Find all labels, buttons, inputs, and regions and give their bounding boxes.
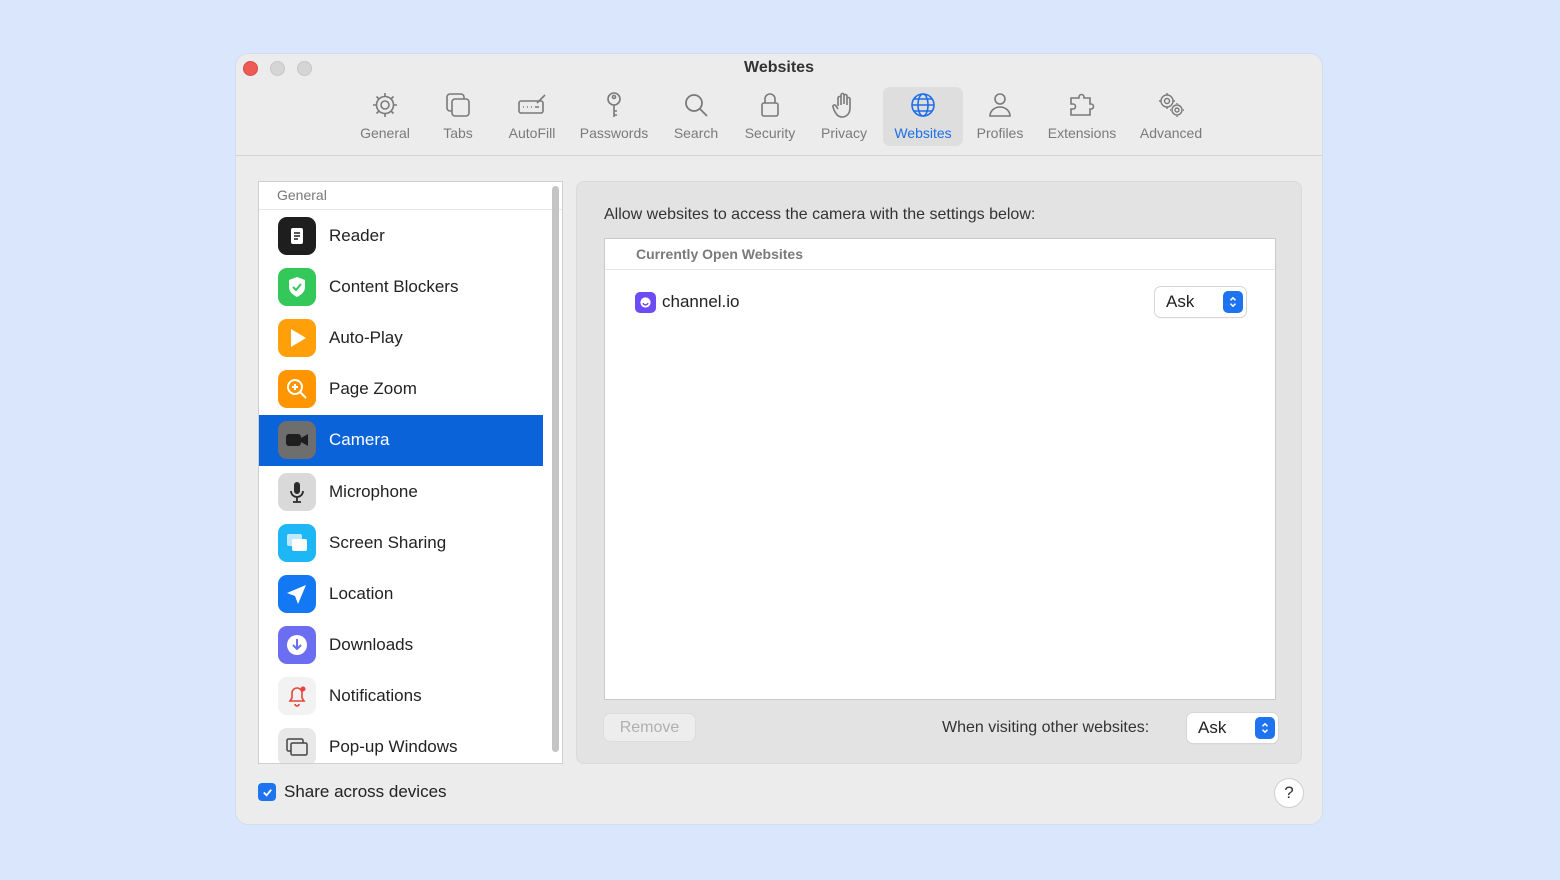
sidebar-item-label: Page Zoom bbox=[329, 379, 417, 399]
panel-description: Allow websites to access the camera with… bbox=[604, 206, 1036, 223]
sidebar-item-downloads[interactable]: Downloads bbox=[259, 620, 543, 671]
autofill-icon bbox=[518, 94, 546, 114]
website-permission-select[interactable]: Ask bbox=[1155, 287, 1246, 317]
share-checkbox[interactable] bbox=[258, 783, 276, 801]
share-across-devices[interactable]: Share across devices bbox=[258, 782, 447, 802]
tab-passwords[interactable]: Passwords bbox=[574, 87, 654, 146]
tab-privacy-label: Privacy bbox=[821, 125, 867, 141]
checkmark-icon bbox=[262, 788, 272, 797]
other-websites-select[interactable]: Ask bbox=[1187, 713, 1278, 743]
download-icon bbox=[278, 626, 316, 665]
website-row[interactable]: channel.io Ask bbox=[635, 287, 1247, 317]
microphone-icon bbox=[278, 472, 316, 511]
website-name: channel.io bbox=[662, 292, 740, 311]
tab-search[interactable]: Search bbox=[667, 87, 725, 146]
gear-icon bbox=[373, 93, 397, 117]
chevron-up-down-icon bbox=[1255, 717, 1275, 739]
sidebar-item-camera[interactable]: Camera bbox=[259, 414, 543, 466]
tab-extensions-label: Extensions bbox=[1047, 125, 1117, 141]
tab-tabs[interactable]: Tabs bbox=[434, 87, 482, 146]
tab-advanced[interactable]: Advanced bbox=[1134, 87, 1208, 146]
website-permission-value: Ask bbox=[1166, 292, 1195, 311]
other-websites-value: Ask bbox=[1198, 718, 1227, 737]
tab-search-label: Search bbox=[673, 125, 719, 141]
puzzle-icon bbox=[1070, 93, 1095, 116]
tabs-icon bbox=[446, 93, 470, 117]
camera-settings-panel: Allow websites to access the camera with… bbox=[576, 181, 1302, 764]
popup-windows-icon bbox=[278, 728, 316, 763]
key-icon bbox=[607, 92, 621, 117]
tab-extensions[interactable]: Extensions bbox=[1042, 87, 1122, 146]
settings-toolbar: General Tabs AutoFill Passwords Search S… bbox=[236, 87, 1322, 147]
sidebar-item-label: Downloads bbox=[329, 635, 414, 655]
tab-tabs-label: Tabs bbox=[443, 125, 473, 141]
remove-button[interactable]: Remove bbox=[604, 714, 695, 741]
play-icon bbox=[278, 318, 316, 357]
sidebar-item-screen-sharing[interactable]: Screen Sharing bbox=[259, 517, 543, 568]
sidebar-item-label: Auto-Play bbox=[329, 327, 403, 347]
globe-icon bbox=[911, 93, 935, 117]
channel-io-favicon bbox=[635, 291, 656, 313]
tab-autofill[interactable]: AutoFill bbox=[500, 87, 564, 146]
tab-passwords-label: Passwords bbox=[579, 125, 649, 141]
sidebar-item-auto-play[interactable]: Auto-Play bbox=[259, 312, 543, 363]
bell-icon bbox=[278, 677, 316, 716]
tab-privacy[interactable]: Privacy bbox=[814, 87, 874, 146]
tab-security-label: Security bbox=[744, 125, 796, 141]
sidebar-item-label: Microphone bbox=[329, 481, 418, 501]
person-icon bbox=[989, 93, 1011, 117]
tab-websites-label: Websites bbox=[894, 125, 952, 141]
tab-websites[interactable]: Websites bbox=[883, 87, 963, 146]
tab-general[interactable]: General bbox=[352, 87, 418, 146]
tab-autofill-label: AutoFill bbox=[508, 125, 556, 141]
sidebar-item-content-blockers[interactable]: Content Blockers bbox=[259, 261, 543, 312]
titlebar: Websites General Tabs AutoFill Passwords… bbox=[236, 54, 1322, 156]
sidebar-item-label: Notifications bbox=[329, 686, 422, 706]
sidebar-item-label: Screen Sharing bbox=[329, 532, 447, 552]
tab-advanced-label: Advanced bbox=[1139, 125, 1203, 141]
websites-list-header: Currently Open Websites bbox=[605, 239, 1275, 270]
sidebar-item-label: Pop-up Windows bbox=[329, 737, 458, 757]
tab-security[interactable]: Security bbox=[738, 87, 802, 146]
help-button[interactable]: ? bbox=[1275, 779, 1303, 807]
chevron-up-down-icon bbox=[1223, 291, 1243, 313]
websites-list: Currently Open Websites channel.io Ask bbox=[604, 238, 1276, 700]
gears-icon bbox=[1159, 93, 1184, 117]
sidebar-item-label: Reader bbox=[329, 225, 385, 245]
zoom-icon bbox=[278, 370, 316, 409]
sidebar-section-header: General bbox=[259, 182, 562, 210]
permissions-sidebar: General Reader Content Blockers Auto-Pla… bbox=[258, 181, 563, 764]
sidebar-scrollbar[interactable] bbox=[552, 186, 559, 752]
share-label: Share across devices bbox=[284, 782, 447, 801]
search-icon bbox=[685, 94, 708, 117]
screen-sharing-icon bbox=[278, 523, 316, 562]
camera-icon bbox=[278, 421, 316, 460]
safari-settings-window: Websites General Tabs AutoFill Passwords… bbox=[236, 54, 1322, 824]
sidebar-item-location[interactable]: Location bbox=[259, 568, 543, 619]
tab-profiles-label: Profiles bbox=[976, 125, 1024, 141]
sidebar-item-page-zoom[interactable]: Page Zoom bbox=[259, 364, 543, 415]
hand-icon bbox=[832, 92, 851, 118]
sidebar-item-label: Location bbox=[329, 583, 394, 603]
tab-profiles[interactable]: Profiles bbox=[970, 87, 1030, 146]
shield-check-icon bbox=[278, 267, 316, 306]
reader-icon bbox=[278, 216, 316, 255]
location-arrow-icon bbox=[278, 574, 316, 613]
window-title: Websites bbox=[744, 59, 814, 76]
lock-icon bbox=[761, 93, 779, 117]
sidebar-item-label: Camera bbox=[329, 430, 390, 450]
sidebar-item-notifications[interactable]: Notifications bbox=[259, 671, 543, 722]
sidebar-item-pop-up-windows[interactable]: Pop-up Windows bbox=[259, 722, 543, 763]
tab-general-label: General bbox=[360, 125, 410, 141]
sidebar-item-label: Content Blockers bbox=[329, 276, 459, 296]
sidebar-item-microphone[interactable]: Microphone bbox=[259, 466, 543, 517]
sidebar-item-reader[interactable]: Reader bbox=[259, 210, 543, 261]
other-websites-label: When visiting other websites: bbox=[942, 719, 1150, 736]
